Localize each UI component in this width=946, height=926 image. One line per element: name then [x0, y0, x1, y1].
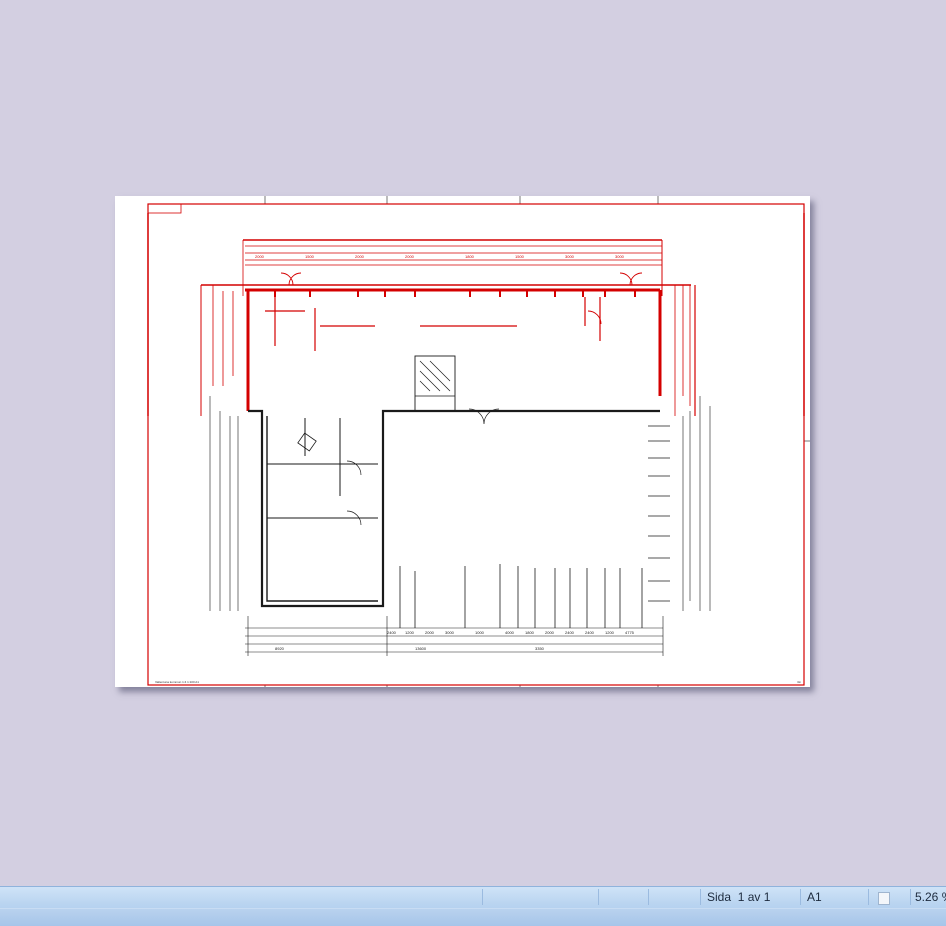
page-label: Sida	[707, 890, 732, 904]
bottom-dimension-label: 1200	[405, 630, 415, 635]
zoom-level[interactable]: 5.26 %	[910, 889, 946, 905]
bottom-dimension-label: 4775	[625, 630, 635, 635]
frame-ticks	[264, 196, 810, 687]
red-dimension-label: 3000	[565, 254, 575, 259]
red-dimension-label: 2000	[355, 254, 365, 259]
drawing-page[interactable]: 2000 1500 2000 2000 1800 1500 3000 3000	[115, 196, 810, 687]
status-bar-lower	[0, 908, 946, 926]
status-bar: Sida 1 av 1 A1 5.26 %	[0, 886, 946, 926]
bottom-dimension-label: 1800	[525, 630, 535, 635]
red-dimension-label: 3000	[615, 254, 625, 259]
total-dimension-label: 13600	[415, 646, 427, 651]
sheet-frame	[147, 203, 805, 686]
red-dimension-label: 2000	[255, 254, 265, 259]
bottom-dimension-label: 3000	[445, 630, 455, 635]
red-new-construction	[147, 203, 805, 686]
page-indicator: Sida 1 av 1	[700, 889, 801, 905]
status-empty-3	[648, 889, 703, 905]
document-canvas[interactable]: 2000 1500 2000 2000 1800 1500 3000 3000	[0, 0, 946, 886]
bottom-dimension-label: 2400	[387, 630, 397, 635]
red-dimension-label: 1800	[465, 254, 475, 259]
bottom-dimension-label: 2400	[565, 630, 575, 635]
bottom-dimension-label: 2000	[545, 630, 555, 635]
status-empty-1	[482, 889, 599, 905]
red-dimension-label: 1500	[305, 254, 315, 259]
red-dimension-label: 1500	[515, 254, 525, 259]
total-dimension-label: 3350	[535, 646, 545, 651]
bottom-dimension-label: 2400	[585, 630, 595, 635]
floor-plan-drawing: 2000 1500 2000 2000 1800 1500 3000 3000	[147, 196, 810, 687]
bottom-dimension-label: 1000	[475, 630, 485, 635]
paper-size: A1	[800, 889, 869, 905]
bottom-dimension-label: 1200	[605, 630, 615, 635]
title-block-text: Vallentuna kommun 1:4 1:100 A1	[155, 680, 199, 684]
bottom-dimension-labels: 2400 1200 2000 3000 1000 4000 1800 2000 2400 2400…	[275, 630, 635, 651]
bottom-dimension-label: 2000	[425, 630, 435, 635]
bottom-dimension-label: 4000	[505, 630, 515, 635]
red-dimension-labels: 2000 1500 2000 2000 1800 1500 3000 3000	[255, 254, 625, 259]
page-value: 1 av 1	[737, 890, 771, 904]
status-empty-2	[598, 889, 649, 905]
black-existing-building	[209, 355, 711, 656]
red-dimension-label: 2000	[405, 254, 415, 259]
checkbox-icon[interactable]	[878, 892, 890, 905]
total-dimension-label: 8920	[275, 646, 285, 651]
sheet-corner-text: ritn	[797, 680, 801, 684]
